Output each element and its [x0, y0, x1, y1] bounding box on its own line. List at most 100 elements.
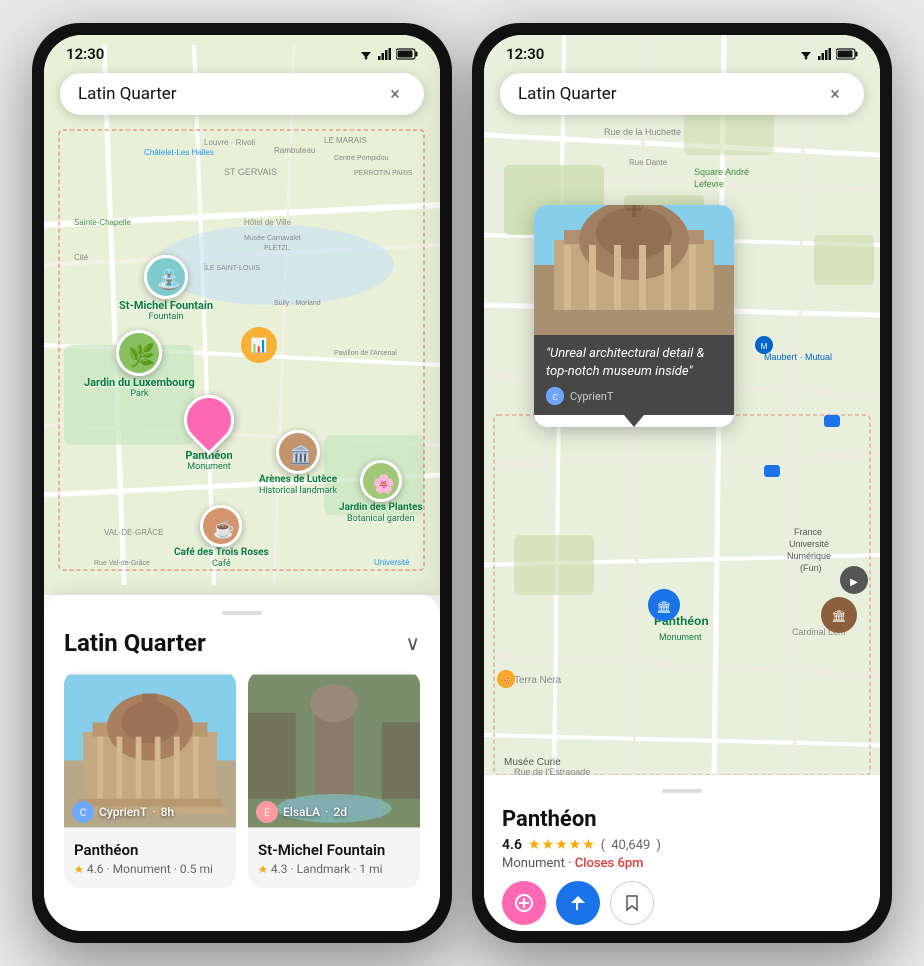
- svg-text:Lefevre: Lefevre: [694, 179, 724, 189]
- card-time-stmichel: ·: [325, 805, 328, 819]
- marker-pantheon-left[interactable]: Panthéon Monument: [184, 395, 234, 472]
- wifi-icon: [358, 48, 374, 60]
- chevron-down-icon[interactable]: ∨: [405, 631, 420, 655]
- left-phone: 12:30 Latin: [32, 23, 452, 943]
- save-button[interactable]: [610, 881, 654, 925]
- star-1: ★: [528, 837, 541, 853]
- svg-text:Pavillon de l'Arsenal: Pavillon de l'Arsenal: [334, 350, 397, 357]
- map-right[interactable]: M M B Rue de la Huchette Cluny La Sorbon…: [484, 35, 880, 775]
- svg-text:🌸: 🌸: [373, 473, 395, 495]
- close-button-right[interactable]: ×: [824, 83, 846, 105]
- pink-icon: [514, 893, 534, 913]
- action-row: [502, 881, 862, 925]
- marker-arenes-type: Historical landmark: [259, 486, 337, 496]
- marker-st-michel[interactable]: ⛲ St-Michel Fountain Fountain: [119, 255, 213, 322]
- svg-text:(Fun): (Fun): [800, 563, 822, 573]
- star-2: ★: [542, 837, 555, 853]
- svg-text:C: C: [552, 393, 557, 402]
- status-icons-right: [798, 48, 858, 60]
- search-input-right: Latin Quarter: [518, 84, 617, 104]
- svg-text:Rue de l'Estrapade: Rue de l'Estrapade: [514, 767, 590, 775]
- map-left[interactable]: ST GERVAIS Cité VAL-DE-GRÂCE Châtelet-Le…: [44, 35, 440, 595]
- card-username-pantheon: CyprienT: [99, 805, 147, 819]
- battery-icon: [396, 48, 418, 60]
- svg-text:VAL-DE-GRÂCE: VAL-DE-GRÂCE: [104, 528, 163, 537]
- svg-text:Université: Université: [374, 558, 410, 567]
- svg-text:Rue Dante: Rue Dante: [629, 158, 668, 167]
- rating-count-close: ): [656, 838, 661, 853]
- svg-text:Université: Université: [789, 539, 829, 549]
- marker-st-michel-type: Fountain: [149, 312, 184, 322]
- card-info-stmichel: St-Michel Fountain ★ 4.3 · Landmark · 1 …: [248, 831, 420, 888]
- svg-text:Monument: Monument: [659, 632, 702, 642]
- card-stmichel[interactable]: E ElsaLA · 2d St-Michel Fountain ★ 4.3: [248, 671, 420, 888]
- marker-cafe-name: Café des Trois Roses: [174, 547, 269, 559]
- meta-dot: ·: [568, 856, 575, 871]
- marker-luxembourg-label: Jardin du Luxembourg: [84, 376, 195, 389]
- right-phone: 12:30 Latin: [472, 23, 892, 943]
- card-distance-pantheon: 0.5 mi: [180, 862, 213, 876]
- svg-text:C: C: [80, 808, 87, 819]
- drag-handle-right: [662, 789, 702, 793]
- marker-arenes-name: Arènes de Lutèce: [259, 474, 337, 486]
- marker-arenes[interactable]: 🏛️ Arènes de Lutèce Historical landmark: [259, 430, 337, 496]
- card-time-pantheon: ·: [152, 805, 155, 819]
- marker-st-michel-label: St-Michel Fountain: [119, 299, 213, 312]
- popup-quote: "Unreal architectural detail & top-notch…: [546, 345, 722, 381]
- star-icon-pantheon: ★: [74, 863, 84, 876]
- svg-text:Musée Curie: Musée Curie: [504, 757, 561, 768]
- rating-row: 4.6 ★ ★ ★ ★ ★ ( 40,649 ): [502, 837, 862, 853]
- bottom-panel-left: Latin Quarter ∨: [44, 595, 440, 931]
- svg-text:PERROTIN PARIS: PERROTIN PARIS: [354, 170, 413, 177]
- status-bar-right: 12:30: [484, 35, 880, 69]
- status-bar-left: 12:30: [44, 35, 440, 69]
- card-user-pantheon: C CyprienT · 8h: [72, 801, 174, 823]
- marker-cafe-type: Café: [212, 559, 231, 569]
- svg-text:Rue de la Huchette: Rue de la Huchette: [604, 127, 681, 137]
- svg-text:France: France: [794, 527, 822, 537]
- marker-pantheon-type: Monument: [187, 462, 231, 472]
- map-popup[interactable]: "Unreal architectural detail & top-notch…: [534, 205, 734, 427]
- card-dot-stmichel: ·: [291, 862, 294, 876]
- directions-icon: [568, 893, 588, 913]
- close-button-left[interactable]: ×: [384, 83, 406, 105]
- card-timeago-stmichel: 2d: [333, 805, 347, 819]
- card-type-pantheon: Monument: [113, 862, 171, 876]
- card-rating-pantheon: 4.6: [87, 862, 104, 876]
- svg-text:☕: ☕: [213, 518, 235, 540]
- status-icons-left: [358, 48, 418, 60]
- rating-count: (: [601, 838, 605, 853]
- marker-jardin-luxembourg[interactable]: 🌿 Jardin du Luxembourg Park: [84, 330, 195, 399]
- marker-jardin-plantes[interactable]: 🌸 Jardin des Plantes Botanical garden: [339, 460, 423, 524]
- closes-text: Closes 6pm: [575, 856, 644, 871]
- svg-text:Cité: Cité: [74, 253, 89, 262]
- directions-button[interactable]: [556, 881, 600, 925]
- rating-count-num: 40,649: [611, 838, 650, 853]
- bottom-panel-right: Panthéon 4.6 ★ ★ ★ ★ ★ ( 40,649 ) Monume…: [484, 775, 880, 931]
- star-3: ★: [555, 837, 568, 853]
- pink-action-button[interactable]: [502, 881, 546, 925]
- place-meta: Monument · Closes 6pm: [502, 856, 862, 871]
- marker-cafe[interactable]: ☕ Café des Trois Roses Café: [174, 505, 269, 569]
- card-pantheon[interactable]: C CyprienT · 8h Panthéon ★ 4.6 ·: [64, 671, 236, 888]
- search-bar-left[interactable]: Latin Quarter ×: [60, 73, 424, 115]
- svg-text:LE MARAIS: LE MARAIS: [324, 136, 367, 145]
- card-name-pantheon: Panthéon: [74, 841, 226, 859]
- svg-text:Hôtel de Ville: Hôtel de Ville: [244, 218, 292, 227]
- card-distance-stmichel: 1 mi: [359, 862, 382, 876]
- svg-text:Numérique: Numérique: [787, 551, 831, 561]
- bookmark-icon: [623, 894, 641, 912]
- svg-text:Square André: Square André: [694, 167, 749, 177]
- card-rating-stmichel: 4.3: [271, 862, 288, 876]
- svg-text:M: M: [761, 342, 768, 351]
- card-info-pantheon: Panthéon ★ 4.6 · Monument · 0.5 mi: [64, 831, 236, 888]
- search-bar-right[interactable]: Latin Quarter ×: [500, 73, 864, 115]
- svg-text:📊: 📊: [250, 337, 267, 354]
- stars-row: ★ ★ ★ ★ ★: [528, 837, 595, 853]
- signal-icon: [378, 48, 392, 60]
- card-dot-pantheon: ·: [107, 862, 110, 876]
- card-meta-pantheon: ★ 4.6 · Monument · 0.5 mi: [74, 862, 226, 876]
- panel-title: Latin Quarter: [64, 629, 206, 657]
- svg-text:PLETZL: PLETZL: [264, 245, 290, 252]
- svg-text:Maubert · Mutual: Maubert · Mutual: [764, 352, 832, 362]
